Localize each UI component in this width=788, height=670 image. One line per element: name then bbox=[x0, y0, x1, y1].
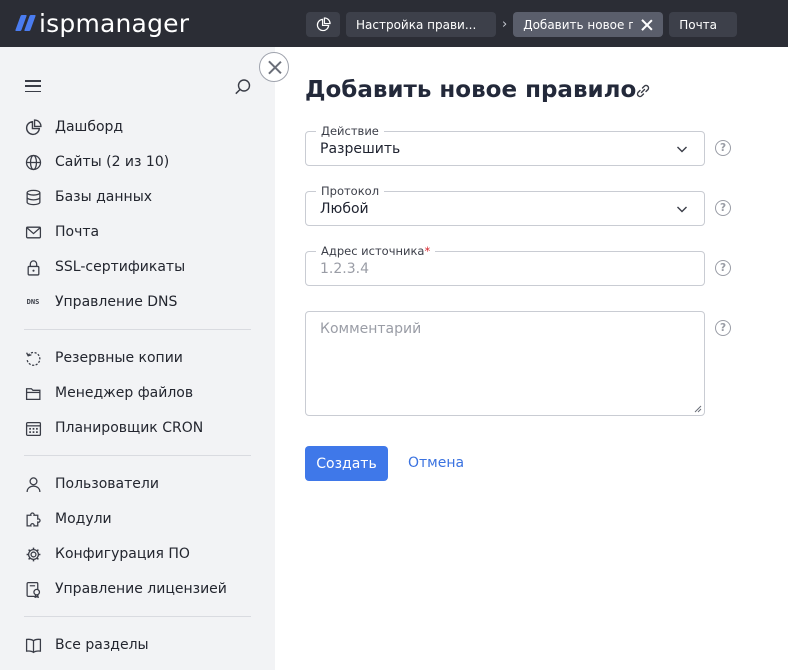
action-value: Разрешить bbox=[320, 141, 401, 157]
tab-firewall-settings[interactable]: Настройка прави... bbox=[346, 12, 496, 37]
sidebar: Дашборд Сайты (2 из 10) Базы данных Почт… bbox=[0, 47, 275, 670]
logo[interactable]: ispmanager bbox=[15, 8, 190, 38]
logo-text: ispmanager bbox=[39, 8, 190, 38]
divider bbox=[24, 616, 251, 617]
tab-dashboard[interactable] bbox=[306, 12, 340, 37]
sidebar-item-label: Пользователи bbox=[55, 476, 159, 492]
puzzle-icon bbox=[24, 510, 42, 528]
sidebar-item-label: Управление DNS bbox=[55, 294, 178, 310]
logo-mark-icon bbox=[15, 15, 36, 31]
create-button[interactable]: Создать bbox=[305, 446, 388, 481]
sidebar-item-label: Все разделы bbox=[55, 637, 149, 653]
protocol-label: Протокол bbox=[316, 184, 385, 198]
tab-label: Добавить новое п... bbox=[523, 17, 634, 32]
hamburger-menu-icon[interactable] bbox=[25, 80, 41, 93]
protocol-value: Любой bbox=[320, 201, 369, 217]
sidebar-item-label: SSL-сертификаты bbox=[55, 259, 186, 275]
calendar-icon bbox=[24, 419, 42, 437]
chevron-right-icon: › bbox=[502, 17, 508, 32]
tab-label: Настройка прави... bbox=[356, 17, 477, 32]
sidebar-item-label: Модули bbox=[55, 511, 112, 527]
tab-bar: Настройка прави... › Добавить новое п...… bbox=[306, 12, 738, 37]
database-icon bbox=[24, 188, 42, 206]
chevron-down-icon bbox=[677, 146, 687, 153]
sidebar-item-label: Менеджер файлов bbox=[55, 385, 194, 401]
tab-mail[interactable]: Почта bbox=[669, 12, 738, 37]
close-icon[interactable] bbox=[641, 19, 653, 31]
book-icon bbox=[24, 636, 42, 654]
backup-icon bbox=[24, 349, 42, 367]
mail-icon bbox=[24, 223, 42, 241]
folder-icon bbox=[24, 384, 42, 402]
comment-placeholder: Комментарий bbox=[320, 321, 422, 337]
source-address-placeholder: 1.2.3.4 bbox=[320, 261, 369, 277]
cancel-link[interactable]: Отмена bbox=[408, 455, 464, 471]
sidebar-item-label: Резервные копии bbox=[55, 350, 183, 366]
help-icon[interactable]: ? bbox=[715, 320, 731, 336]
action-select[interactable]: Действие Разрешить bbox=[305, 124, 705, 166]
search-icon[interactable] bbox=[234, 78, 252, 96]
tab-label: Почта bbox=[679, 17, 718, 32]
sidebar-item-label: Планировщик CRON bbox=[55, 420, 204, 436]
gear-icon bbox=[24, 545, 42, 563]
source-address-label: Адрес источника* bbox=[316, 244, 436, 258]
sidebar-item-label: Дашборд bbox=[55, 119, 124, 135]
help-icon[interactable]: ? bbox=[715, 260, 731, 276]
sidebar-item-software-config[interactable]: Конфигурация ПО bbox=[24, 542, 190, 566]
sidebar-item-file-manager[interactable]: Менеджер файлов bbox=[24, 381, 193, 405]
top-bar: ispmanager Настройка прави... › Добавить… bbox=[0, 0, 788, 47]
dns-icon: DNS bbox=[26, 298, 40, 306]
lock-icon bbox=[24, 258, 42, 276]
sidebar-item-backups[interactable]: Резервные копии bbox=[24, 346, 183, 370]
sidebar-item-label: Базы данных bbox=[55, 189, 153, 205]
protocol-select[interactable]: Протокол Любой bbox=[305, 184, 705, 226]
sidebar-item-modules[interactable]: Модули bbox=[24, 507, 112, 531]
help-icon[interactable]: ? bbox=[715, 140, 731, 156]
help-icon[interactable]: ? bbox=[715, 200, 731, 216]
sidebar-item-users[interactable]: Пользователи bbox=[24, 472, 159, 496]
action-label: Действие bbox=[316, 124, 384, 138]
globe-icon bbox=[24, 153, 42, 171]
dashboard-icon bbox=[316, 17, 331, 32]
sidebar-item-dns[interactable]: DNS Управление DNS bbox=[24, 290, 178, 314]
resize-handle-icon[interactable] bbox=[694, 405, 702, 413]
link-icon[interactable] bbox=[634, 82, 654, 102]
sidebar-item-databases[interactable]: Базы данных bbox=[24, 185, 152, 209]
sidebar-item-sites[interactable]: Сайты (2 из 10) bbox=[24, 150, 169, 174]
license-icon bbox=[24, 580, 42, 598]
comment-textarea[interactable]: Комментарий bbox=[305, 311, 705, 416]
sidebar-item-label: Конфигурация ПО bbox=[55, 546, 190, 562]
sidebar-item-license[interactable]: Управление лицензией bbox=[24, 577, 227, 601]
sidebar-item-label: Управление лицензией bbox=[55, 581, 227, 597]
tab-add-rule[interactable]: Добавить новое п... bbox=[513, 12, 664, 37]
dashboard-icon bbox=[24, 118, 42, 136]
page-title: Добавить новое правило bbox=[305, 77, 637, 103]
sidebar-item-all-sections[interactable]: Все разделы bbox=[24, 633, 149, 657]
sidebar-item-mail[interactable]: Почта bbox=[24, 220, 99, 244]
sidebar-item-cron[interactable]: Планировщик CRON bbox=[24, 416, 203, 440]
sidebar-item-dashboard[interactable]: Дашборд bbox=[24, 115, 123, 139]
sidebar-item-label: Почта bbox=[55, 224, 100, 240]
sidebar-item-ssl[interactable]: SSL-сертификаты bbox=[24, 255, 185, 279]
required-mark: * bbox=[424, 244, 431, 258]
chevron-down-icon bbox=[677, 206, 687, 213]
sidebar-item-label: Сайты (2 из 10) bbox=[55, 154, 170, 170]
close-sidebar-button[interactable] bbox=[259, 52, 289, 82]
user-icon bbox=[24, 475, 42, 493]
source-address-input[interactable]: Адрес источника* 1.2.3.4 bbox=[305, 244, 705, 286]
divider bbox=[24, 329, 251, 330]
divider bbox=[24, 455, 251, 456]
